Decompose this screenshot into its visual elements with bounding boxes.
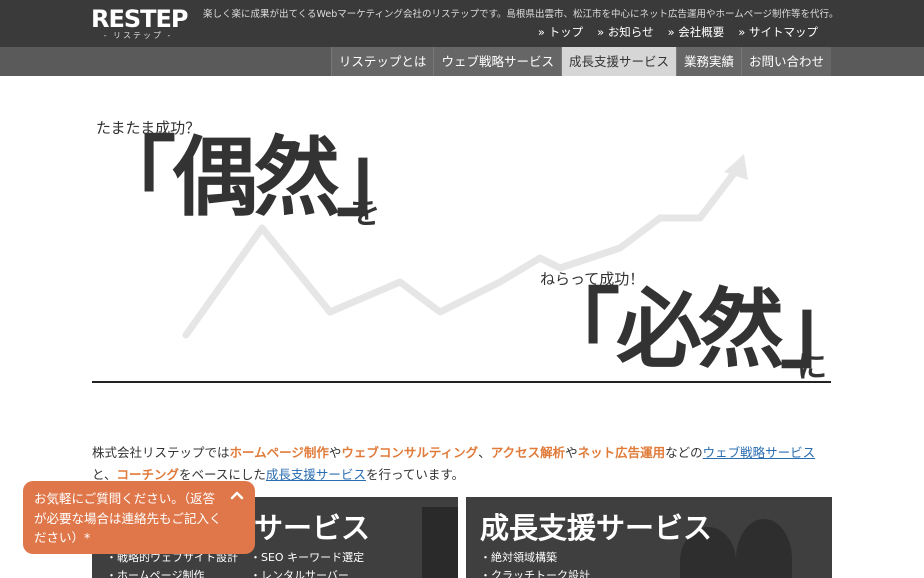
list-item: 絶対領域構築 [480,549,590,567]
intro-highlight-consulting: ウェブコンサルティング [341,445,479,460]
web-service-list-2: SEO キーワード選定 レンタルサーバー [250,549,364,578]
list-item: SEO キーワード選定 [250,549,364,567]
intro-text-part: 株式会社リステップでは [92,445,230,460]
growth-service-list: 絶対領域構築 クラッチトーク設計 [480,549,590,578]
chat-widget[interactable]: お気軽にご質問ください。（返答が必要な場合は連絡先もご記入ください）* [23,481,255,554]
list-item: レンタルサーバー [250,567,364,578]
list-item: ホームページ制作 [106,567,238,578]
chat-prompt-text: お気軽にご質問ください。（返答が必要な場合は連絡先もご記入ください）* [34,491,222,545]
intro-text-part: と、 [92,467,117,482]
person-silhouette-2 [736,519,792,578]
growth-support-service-box[interactable]: 成長支援サービス 絶対領域構築 クラッチトーク設計 [466,497,832,578]
hero-particle-ni: に [797,350,827,385]
intro-text-part: や [565,445,578,460]
growth-service-title: 成長支援サービス [480,511,713,545]
intro-text-part: などの [665,445,703,460]
intro-highlight-analytics: アクセス解析 [490,445,566,460]
chevron-up-icon[interactable] [229,487,245,503]
intro-text-part: を行っています。 [365,467,465,482]
hero-divider [92,381,831,383]
intro-text-part: や [328,445,342,460]
intro-link-web-strategy[interactable]: ウェブ戦略サービス [703,445,816,460]
intro-text-part: をベースにした [179,467,266,482]
list-item: クラッチトーク設計 [480,567,590,578]
intro-highlight-ads: ネット広告運用 [577,445,666,460]
intro-highlight-homepage: ホームページ制作 [229,445,329,460]
intro-link-growth-support[interactable]: 成長支援サービス [266,467,366,482]
intro-text-part: 、 [478,445,491,460]
intro-text: 株式会社リステップではホームページ制作やウェブコンサルティング、アクセス解析やネ… [92,442,832,486]
hero-particle-wo: を [350,196,380,231]
intro-highlight-coaching: コーチング [116,467,180,482]
